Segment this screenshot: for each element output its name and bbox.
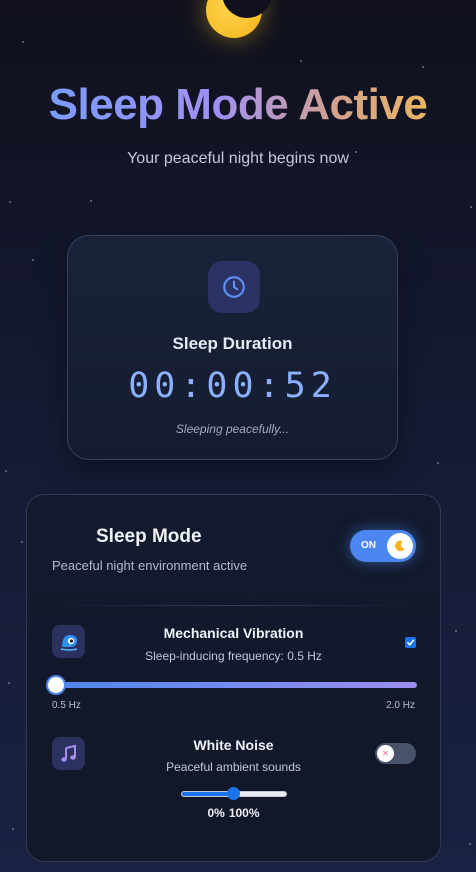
vibration-subtitle: Sleep-inducing frequency: 0.5 Hz <box>145 649 322 663</box>
volume-slider[interactable] <box>181 787 287 800</box>
page-title: Sleep Mode Active <box>0 80 476 130</box>
crescent-moon-icon <box>206 0 272 38</box>
timer-value: 00:00:52 <box>128 366 337 406</box>
sleep-mode-title: Sleep Mode <box>96 526 202 547</box>
frequency-min-label: 0.5 Hz <box>52 700 81 711</box>
volume-max-label: 100% <box>228 806 260 820</box>
toggle-state-label: ON <box>361 540 376 551</box>
volume-slider-thumb[interactable] <box>227 787 240 800</box>
vibration-frequency-slider[interactable] <box>46 675 417 695</box>
volume-min-label: 0% <box>207 806 225 820</box>
page-subtitle: Your peaceful night begins now <box>127 150 349 167</box>
timer-status: Sleeping peacefully... <box>175 422 290 436</box>
sleep-timer-card: Sleep Duration 00:00:52 Sleeping peacefu… <box>67 235 398 460</box>
vibration-title: Mechanical Vibration <box>163 625 304 641</box>
vibration-slider-thumb[interactable] <box>46 675 66 695</box>
volume-range-labels: 0% 100% <box>27 806 440 820</box>
mute-icon: ✕ <box>377 745 394 762</box>
frequency-max-label: 2.0 Hz <box>386 700 415 711</box>
sleep-settings-panel: Sleep Mode Peaceful night environment ac… <box>26 494 441 862</box>
sleep-mode-toggle[interactable]: ON <box>350 530 416 562</box>
white-noise-toggle[interactable]: ✕ <box>375 743 416 764</box>
sleep-mode-description: Peaceful night environment active <box>52 558 248 573</box>
moon-knob-icon <box>387 533 413 559</box>
divider <box>51 605 416 606</box>
white-noise-subtitle: Peaceful ambient sounds <box>166 760 301 774</box>
timer-label: Sleep Duration <box>172 334 293 353</box>
vibration-checkbox[interactable] <box>405 637 416 648</box>
clock-icon <box>208 261 260 313</box>
